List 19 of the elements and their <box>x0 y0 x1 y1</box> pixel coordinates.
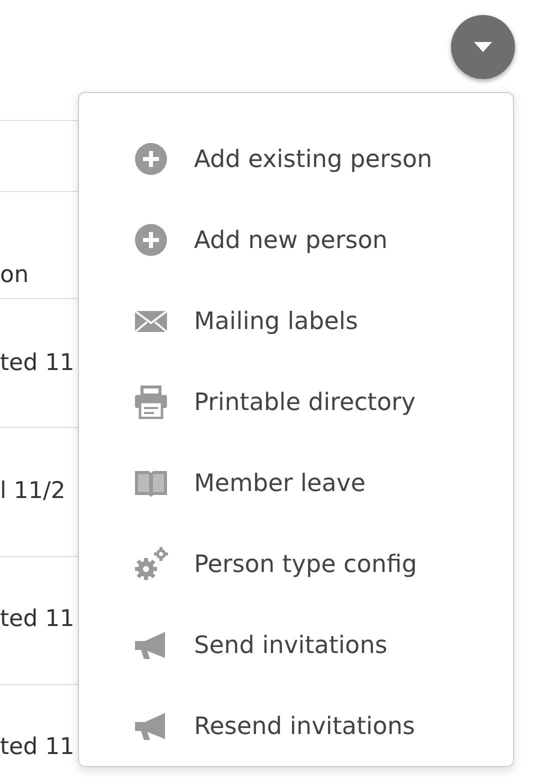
menu-item[interactable]: Person type config <box>89 523 417 604</box>
caret-icon <box>474 42 492 52</box>
menu-item[interactable]: Mailing labels <box>89 280 358 361</box>
plus-circle-icon <box>134 142 168 176</box>
table-cell: ted 11 <box>0 606 74 634</box>
menu-item[interactable]: Printable directory <box>89 361 416 442</box>
table-cell: ted 11 <box>0 350 74 378</box>
gears-icon <box>134 546 168 580</box>
table-cell: ted 11 <box>0 734 74 762</box>
menu-item[interactable]: Member leave <box>89 442 366 523</box>
column-header: on <box>0 262 29 290</box>
table-cell: l 11/2 <box>0 478 66 506</box>
menu-item[interactable]: Resend invitations <box>89 685 416 766</box>
menu-item[interactable]: Send invitations <box>89 604 388 685</box>
plus-circle-icon <box>134 222 168 256</box>
printer-icon <box>134 384 168 418</box>
dropdown-toggle-button[interactable] <box>451 15 515 79</box>
menu-item[interactable]: Add new person <box>89 199 388 280</box>
menu-item[interactable]: Add existing person <box>89 118 432 199</box>
